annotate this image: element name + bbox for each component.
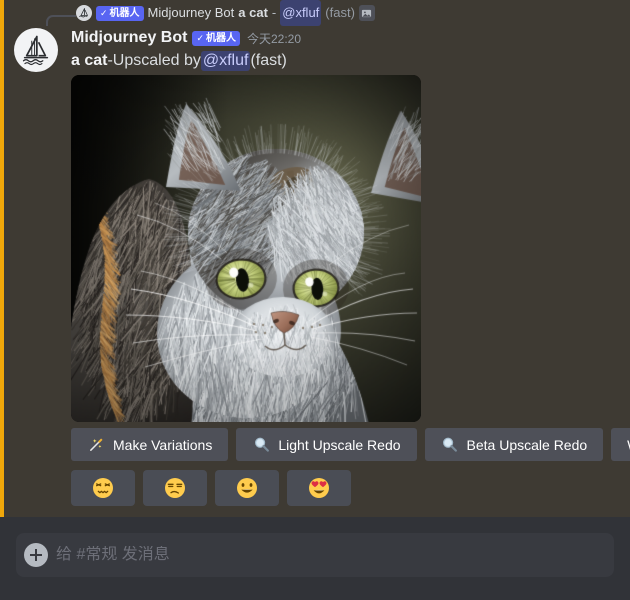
message-composer[interactable]	[16, 533, 614, 577]
badge-check-icon: ✓	[100, 6, 108, 21]
reply-prompt-text: a cat	[238, 0, 268, 26]
magnifier-icon	[441, 436, 459, 454]
light-upscale-redo-button[interactable]: Light Upscale Redo	[236, 428, 416, 461]
badge-label: 机器人	[110, 6, 140, 21]
message-reactions	[71, 470, 351, 506]
discord-channel-view: ✓ 机器人 Midjourney Bot a cat - @xfluf (fast…	[0, 0, 630, 600]
message-prompt-text: a cat	[71, 52, 107, 70]
message-action-text: Upscaled by	[113, 52, 201, 70]
plus-icon	[24, 543, 48, 567]
image-attachment-icon	[359, 5, 375, 21]
reply-spine-icon	[46, 15, 76, 26]
button-label: Beta Upscale Redo	[467, 437, 588, 453]
make-variations-button[interactable]: Make Variations	[71, 428, 228, 461]
add-attachment-button[interactable]	[16, 543, 40, 567]
message-speed-label: (fast)	[250, 52, 286, 70]
message-author-name[interactable]: Midjourney Bot	[71, 29, 187, 47]
magnifier-icon	[252, 436, 270, 454]
reaction-unamused-face[interactable]	[143, 470, 207, 506]
message-group: ✓ 机器人 Midjourney Bot a cat - @xfluf (fast…	[0, 0, 630, 517]
cat-portrait-canvas	[71, 75, 421, 422]
message-action-buttons: Make Variations Light Upscale Redo Beta …	[71, 428, 630, 461]
reaction-confounded-face[interactable]	[71, 470, 135, 506]
reply-speed-label: (fast)	[325, 0, 355, 26]
beta-upscale-redo-button[interactable]: Beta Upscale Redo	[425, 428, 604, 461]
smiling-face-with-hearts-emoji	[307, 476, 331, 500]
web-button[interactable]: Web	[611, 428, 630, 461]
message-attachment-image[interactable]	[71, 75, 421, 422]
reaction-smiling-face-with-hearts[interactable]	[287, 470, 351, 506]
midjourney-sailboat-icon	[19, 33, 53, 67]
reply-reference[interactable]: ✓ 机器人 Midjourney Bot a cat - @xfluf (fast…	[0, 0, 630, 26]
composer-area	[0, 517, 630, 600]
confounded-face-emoji	[91, 476, 115, 500]
reaction-grinning-face[interactable]	[215, 470, 279, 506]
reply-author-name[interactable]: Midjourney Bot	[148, 0, 235, 26]
badge-check-icon: ✓	[196, 31, 204, 46]
button-label: Make Variations	[113, 437, 212, 453]
message-user-mention[interactable]: @xfluf	[201, 51, 251, 71]
reply-avatar	[76, 5, 92, 21]
mention-highlight-bar	[0, 0, 4, 517]
message-content: a cat - Upscaled by @xfluf (fast)	[71, 50, 287, 72]
message-bot-badge: ✓ 机器人	[192, 31, 240, 46]
unamused-face-emoji	[163, 476, 187, 500]
message-timestamp: 今天22:20	[247, 30, 301, 47]
button-label: Light Upscale Redo	[278, 437, 400, 453]
reply-user-mention[interactable]: @xfluf	[280, 0, 321, 26]
grinning-face-emoji	[235, 476, 259, 500]
magic-wand-icon	[87, 436, 105, 454]
message-header: Midjourney Bot ✓ 机器人 今天22:20	[71, 27, 301, 49]
avatar[interactable]	[14, 28, 58, 72]
message-input[interactable]	[56, 546, 598, 564]
reply-bot-badge: ✓ 机器人	[96, 6, 144, 21]
reply-separator: -	[272, 0, 276, 26]
badge-label: 机器人	[206, 31, 236, 46]
